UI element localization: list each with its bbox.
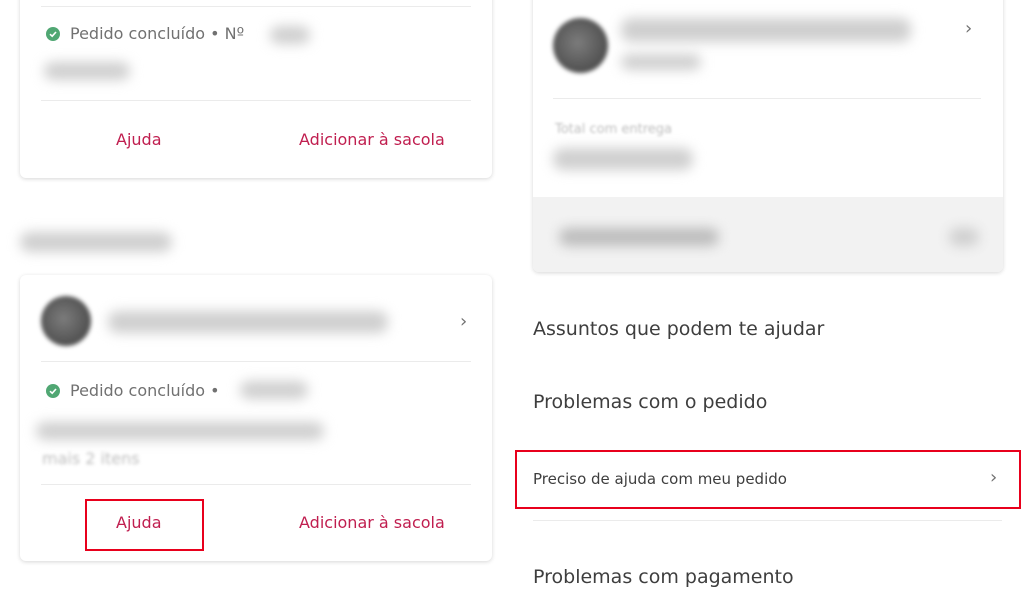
check-circle-icon <box>46 383 60 398</box>
chevron-right-icon: › <box>990 467 998 488</box>
divider <box>533 520 1002 521</box>
order-status: Pedido concluído • <box>46 381 220 400</box>
help-button[interactable]: Ajuda <box>116 513 162 532</box>
total-value-blurred <box>553 148 693 170</box>
order-summary-card: › Total com entrega <box>533 0 1003 272</box>
order-card-top: Pedido concluído • Nº Ajuda Adicionar à … <box>20 0 492 178</box>
divider <box>41 484 471 485</box>
help-topics-title: Assuntos que podem te ajudar <box>533 318 825 340</box>
chevron-right-icon[interactable]: › <box>965 18 972 39</box>
order-details-blurred <box>44 62 130 80</box>
check-circle-icon <box>46 26 60 41</box>
store-logo <box>553 18 608 73</box>
date-heading-blurred <box>20 232 172 252</box>
footer-info-blurred <box>559 228 719 246</box>
order-number-blurred <box>240 381 308 399</box>
order-number-blurred <box>270 26 310 44</box>
help-with-order-label: Preciso de ajuda com meu pedido <box>533 470 787 488</box>
total-label: Total com entrega <box>555 122 672 137</box>
store-logo <box>41 296 91 346</box>
topic-payment-problems[interactable]: Problemas com pagamento <box>533 566 794 588</box>
order-card: › Pedido concluído • mais 2 itens Ajuda … <box>20 275 492 561</box>
order-status-label: Pedido concluído • <box>70 381 220 400</box>
order-status: Pedido concluído • Nº <box>46 24 244 43</box>
topic-order-problems[interactable]: Problemas com o pedido <box>533 391 767 413</box>
store-name-blurred <box>621 18 911 42</box>
add-to-bag-button[interactable]: Adicionar à sacola <box>299 130 445 149</box>
add-to-bag-button[interactable]: Adicionar à sacola <box>299 513 445 532</box>
divider <box>41 6 471 7</box>
divider <box>41 361 471 362</box>
chevron-right-icon[interactable]: › <box>460 311 467 332</box>
more-items-text: mais 2 itens <box>42 449 140 468</box>
help-with-order-row[interactable]: Preciso de ajuda com meu pedido › <box>518 452 1019 508</box>
footer-value-blurred <box>949 228 979 246</box>
help-button[interactable]: Ajuda <box>116 130 162 149</box>
store-name-blurred <box>108 311 388 333</box>
store-subtitle-blurred <box>621 54 701 70</box>
divider <box>41 100 471 101</box>
divider <box>553 98 981 99</box>
order-items-blurred <box>36 422 324 440</box>
order-status-label: Pedido concluído • Nº <box>70 24 245 43</box>
